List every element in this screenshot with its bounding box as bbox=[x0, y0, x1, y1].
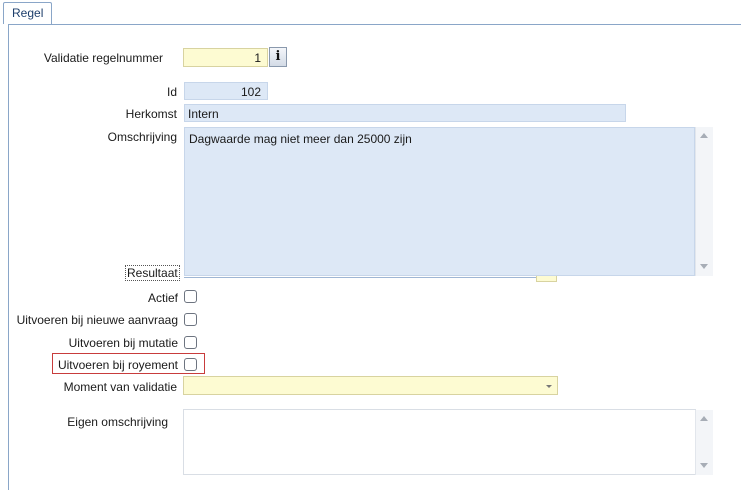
scroll-up-icon[interactable] bbox=[700, 416, 708, 421]
actief-label: Actief bbox=[147, 291, 178, 305]
scroll-up-icon[interactable] bbox=[700, 133, 708, 138]
eigen-omschrijving-label: Eigen omschrijving bbox=[67, 415, 168, 429]
scroll-down-icon[interactable] bbox=[700, 463, 708, 468]
eigen-omschrijving-scrollbar[interactable] bbox=[695, 410, 713, 475]
herkomst-field: Intern bbox=[184, 104, 626, 122]
herkomst-label: Herkomst bbox=[125, 107, 177, 121]
mutatie-label: Uitvoeren bij mutatie bbox=[68, 336, 178, 350]
info-icon[interactable]: i bbox=[269, 47, 287, 67]
nieuwe-aanvraag-label: Uitvoeren bij nieuwe aanvraag bbox=[16, 313, 178, 327]
resultaat-field-edge bbox=[536, 276, 557, 282]
royement-checkbox[interactable] bbox=[184, 358, 197, 371]
omschrijving-textarea[interactable]: Dagwaarde mag niet meer dan 25000 zijn bbox=[184, 127, 695, 276]
resultaat-label: Resultaat bbox=[125, 265, 180, 281]
moment-dropdown[interactable] bbox=[183, 376, 558, 395]
mutatie-checkbox[interactable] bbox=[184, 336, 197, 349]
id-field: 102 bbox=[184, 82, 268, 100]
chevron-down-icon[interactable] bbox=[546, 385, 552, 388]
actief-checkbox[interactable] bbox=[184, 290, 197, 303]
omschrijving-label: Omschrijving bbox=[107, 130, 177, 144]
resultaat-field[interactable] bbox=[184, 277, 536, 278]
moment-label: Moment van validatie bbox=[63, 380, 177, 394]
validatie-regelnummer-field[interactable]: 1 bbox=[183, 48, 268, 67]
nieuwe-aanvraag-checkbox[interactable] bbox=[184, 313, 197, 326]
eigen-omschrijving-textarea[interactable] bbox=[183, 409, 696, 475]
validatie-regelnummer-label: Validatie regelnummer bbox=[43, 51, 163, 65]
royement-label: Uitvoeren bij royement bbox=[57, 358, 178, 372]
scroll-down-icon[interactable] bbox=[700, 264, 708, 269]
tab-bar: Regel bbox=[0, 0, 741, 24]
tab-regel[interactable]: Regel bbox=[3, 2, 53, 24]
omschrijving-scrollbar[interactable] bbox=[695, 127, 713, 276]
id-label: Id bbox=[166, 85, 177, 99]
